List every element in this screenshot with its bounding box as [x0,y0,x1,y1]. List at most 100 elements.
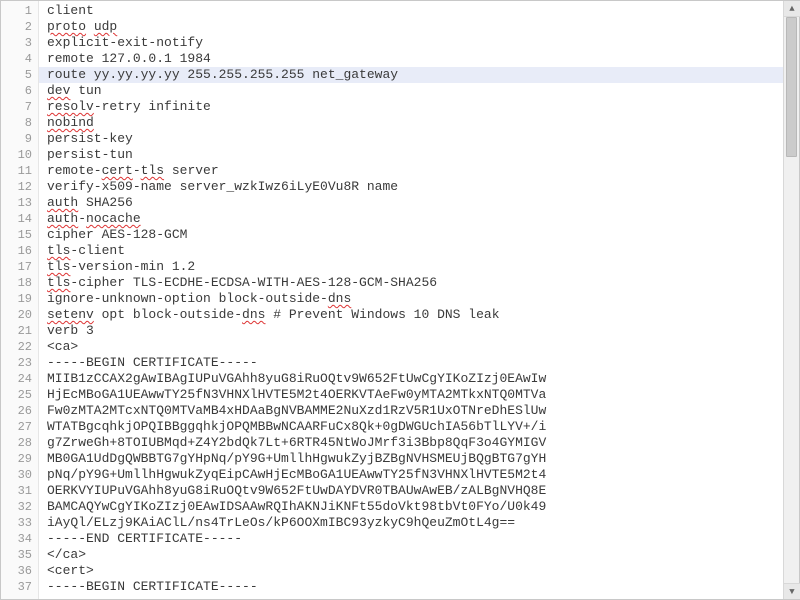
code-line[interactable]: setenv opt block-outside-dns # Prevent W… [47,307,799,323]
code-text: <cert> [47,563,94,578]
line-number: 9 [1,131,38,147]
line-number: 28 [1,435,38,451]
code-line[interactable]: proto udp [47,19,799,35]
code-line[interactable]: auth-nocache [47,211,799,227]
code-line[interactable]: g7ZrweGh+8TOIUBMqd+Z4Y2bdQk7Lt+6RTR45NtW… [47,435,799,451]
code-text: ignore-unknown-option block-outside- [47,291,328,306]
code-text: HjEcMBoGA1UEAwwTY25fN3VHNXlHVTE5M2t4OERK… [47,387,546,402]
code-text [86,19,94,34]
spellcheck-squiggle: proto [47,19,86,34]
code-line[interactable]: OERKVYIUPuVGAhh8yuG8iRuOQtv9W652FtUwDAYD… [47,483,799,499]
line-number: 13 [1,195,38,211]
line-number: 34 [1,531,38,547]
spellcheck-squiggle: dns [242,307,265,322]
line-number: 12 [1,179,38,195]
code-editor[interactable]: 1234567891011121314151617181920212223242… [1,1,799,599]
spellcheck-squiggle: auth [47,195,78,210]
code-line[interactable]: iAyQl/ELzj9KAiAClL/ns4TrLeOs/kP6OOXmIBC9… [47,515,799,531]
code-line[interactable]: HjEcMBoGA1UEAwwTY25fN3VHNXlHVTE5M2t4OERK… [47,387,799,403]
line-number: 35 [1,547,38,563]
code-text: -retry infinite [94,99,211,114]
code-text: g7ZrweGh+8TOIUBMqd+Z4Y2bdQk7Lt+6RTR45NtW… [47,435,546,450]
code-line[interactable]: cipher AES-128-GCM [47,227,799,243]
code-line[interactable]: WTATBgcqhkjOPQIBBggqhkjOPQMBBwNCAARFuCx8… [47,419,799,435]
code-text: OERKVYIUPuVGAhh8yuG8iRuOQtv9W652FtUwDAYD… [47,483,546,498]
code-line[interactable]: -----BEGIN CERTIFICATE----- [47,579,799,595]
code-text: remote 127.0.0.1 1984 [47,51,211,66]
code-line[interactable]: tls-version-min 1.2 [47,259,799,275]
spellcheck-squiggle: nobind [47,115,94,130]
line-number: 8 [1,115,38,131]
code-text: BAMCAQYwCgYIKoZIzj0EAwIDSAAwRQIhAKNJiKNF… [47,499,546,514]
code-line[interactable]: </ca> [47,547,799,563]
code-line[interactable]: MB0GA1UdDgQWBBTG7gYHpNq/pY9G+UmllhHgwukZ… [47,451,799,467]
code-line[interactable]: -----END CERTIFICATE----- [47,531,799,547]
line-number: 11 [1,163,38,179]
code-text: -client [70,243,125,258]
line-number: 6 [1,83,38,99]
code-text: tun [70,83,101,98]
code-line[interactable]: explicit-exit-notify [47,35,799,51]
code-line[interactable]: verb 3 [47,323,799,339]
scrollbar-thumb[interactable] [786,17,797,157]
code-line[interactable]: auth SHA256 [47,195,799,211]
line-number: 22 [1,339,38,355]
code-line[interactable]: <cert> [47,563,799,579]
code-line[interactable]: pNq/pY9G+UmllhHgwukZyqEipCAwHjEcMBoGA1UE… [47,467,799,483]
line-number: 30 [1,467,38,483]
spellcheck-squiggle: tls [47,259,70,274]
line-number: 24 [1,371,38,387]
spellcheck-squiggle: tls [47,275,70,290]
code-text: SHA256 [78,195,133,210]
line-number: 20 [1,307,38,323]
code-text: pNq/pY9G+UmllhHgwukZyqEipCAwHjEcMBoGA1UE… [47,467,546,482]
spellcheck-squiggle: auth [47,211,78,226]
code-line[interactable]: persist-tun [47,147,799,163]
spellcheck-squiggle: nocache [86,211,141,226]
code-text: explicit-exit-notify [47,35,203,50]
code-text: # Prevent Windows 10 DNS leak [265,307,499,322]
code-text: - [133,163,141,178]
code-line[interactable]: <ca> [47,339,799,355]
code-line[interactable]: route yy.yy.yy.yy 255.255.255.255 net_ga… [47,67,799,83]
line-number: 14 [1,211,38,227]
code-line[interactable]: -----BEGIN CERTIFICATE----- [47,355,799,371]
code-text: -version-min 1.2 [70,259,195,274]
code-line[interactable]: client [47,3,799,19]
code-line[interactable]: resolv-retry infinite [47,99,799,115]
code-text: persist-key [47,131,133,146]
code-line[interactable]: remote-cert-tls server [47,163,799,179]
code-line[interactable]: remote 127.0.0.1 1984 [47,51,799,67]
code-text: </ca> [47,547,86,562]
code-line[interactable]: nobind [47,115,799,131]
code-line[interactable]: verify-x509-name server_wzkIwz6iLyE0Vu8R… [47,179,799,195]
spellcheck-squiggle: setenv [47,307,94,322]
code-line[interactable]: MIIB1zCCAX2gAwIBAgIUPuVGAhh8yuG8iRuOQtv9… [47,371,799,387]
code-text: verify-x509-name server_wzkIwz6iLyE0Vu8R… [47,179,398,194]
line-number: 16 [1,243,38,259]
arrow-up-icon: ▲ [789,4,794,14]
code-line[interactable]: ignore-unknown-option block-outside-dns [47,291,799,307]
line-number: 36 [1,563,38,579]
code-line[interactable]: persist-key [47,131,799,147]
scroll-up-button[interactable]: ▲ [784,1,799,17]
line-number: 3 [1,35,38,51]
spellcheck-squiggle: udp [94,19,117,34]
line-number: 7 [1,99,38,115]
code-content[interactable]: clientproto udpexplicit-exit-notifyremot… [39,1,799,599]
line-number: 25 [1,387,38,403]
line-number: 21 [1,323,38,339]
code-text: cipher AES-128-GCM [47,227,187,242]
code-text: iAyQl/ELzj9KAiAClL/ns4TrLeOs/kP6OOXmIBC9… [47,515,515,530]
code-line[interactable]: BAMCAQYwCgYIKoZIzj0EAwIDSAAwRQIhAKNJiKNF… [47,499,799,515]
code-line[interactable]: tls-client [47,243,799,259]
code-line[interactable]: Fw0zMTA2MTcxNTQ0MTVaMB4xHDAaBgNVBAMME2Nu… [47,403,799,419]
scroll-down-button[interactable]: ▼ [784,583,799,599]
code-line[interactable]: tls-cipher TLS-ECDHE-ECDSA-WITH-AES-128-… [47,275,799,291]
arrow-down-icon: ▼ [789,587,794,597]
spellcheck-squiggle: dns [328,291,351,306]
line-number: 26 [1,403,38,419]
line-number: 27 [1,419,38,435]
code-line[interactable]: dev tun [47,83,799,99]
vertical-scrollbar[interactable]: ▲ ▼ [783,1,799,599]
